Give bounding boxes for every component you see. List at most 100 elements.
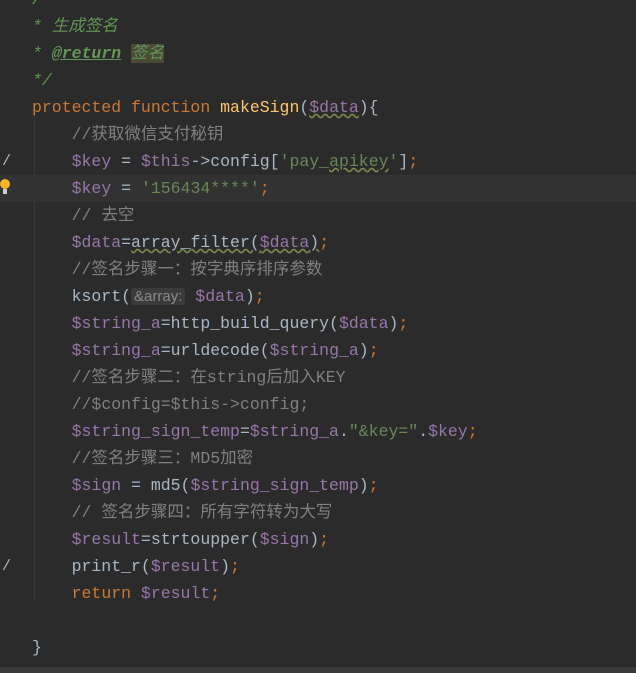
code-token: ): [358, 476, 369, 495]
code-line[interactable]: }: [0, 634, 636, 661]
code-text: return $result;: [32, 580, 221, 607]
code-line[interactable]: //获取微信支付秘钥: [0, 121, 636, 148]
code-text: * 生成签名: [32, 13, 118, 40]
code-text: $string_a=http_build_query($data);: [32, 310, 409, 337]
gutter-marker[interactable]: /: [2, 553, 11, 580]
code-text: // 去空: [32, 202, 135, 229]
code-token: ->config[: [190, 152, 280, 171]
code-line[interactable]: /: [0, 0, 636, 13]
code-token: $string_sign_temp: [190, 476, 359, 495]
code-line[interactable]: $string_a=urldecode($string_a);: [0, 337, 636, 364]
code-token: $string_a: [269, 341, 359, 360]
code-line[interactable]: //$config=$this->config;: [0, 391, 636, 418]
code-token: = md5(: [121, 476, 191, 495]
code-line[interactable]: // 去空: [0, 202, 636, 229]
code-line[interactable]: // 签名步骤四：所有字符转为大写: [0, 499, 636, 526]
code-line[interactable]: $data=array_filter($data);: [0, 229, 636, 256]
code-token: ]: [398, 152, 409, 171]
code-text: print_r($result);: [32, 553, 240, 580]
code-token: ): [244, 287, 255, 306]
code-token: //获取微信支付秘钥: [71, 125, 224, 144]
code-line[interactable]: / print_r($result);: [0, 553, 636, 580]
code-line[interactable]: $string_a=http_build_query($data);: [0, 310, 636, 337]
code-editor[interactable]: /* 生成签名* @return 签名*/protected function …: [0, 0, 636, 661]
horizontal-scrollbar[interactable]: [0, 667, 636, 673]
code-token: ;: [408, 152, 419, 171]
code-token: $result: [150, 557, 221, 576]
code-line[interactable]: $string_sign_temp=$string_a."&key=".$key…: [0, 418, 636, 445]
code-line[interactable]: $result=strtoupper($sign);: [0, 526, 636, 553]
code-text: $key = '156434****';: [32, 175, 270, 202]
code-line[interactable]: $sign = md5($string_sign_temp);: [0, 472, 636, 499]
code-token: ): [309, 233, 320, 252]
code-token: 签名: [131, 44, 165, 63]
code-text: /: [32, 0, 42, 13]
code-token: $this: [140, 152, 191, 171]
code-token: ): [220, 557, 231, 576]
code-token: $data: [195, 287, 245, 306]
code-text: //获取微信支付秘钥: [32, 121, 224, 148]
code-line[interactable]: //签名步骤三：MD5加密: [0, 445, 636, 472]
code-token: ): [388, 314, 399, 333]
code-line[interactable]: protected function makeSign($data){: [0, 94, 636, 121]
code-token: // 去空: [71, 206, 135, 225]
code-token: ;: [467, 422, 478, 441]
code-text: $string_sign_temp=$string_a."&key=".$key…: [32, 418, 478, 445]
code-token: //签名步骤三：MD5加密: [71, 449, 254, 468]
code-text: * @return 签名: [32, 40, 165, 67]
code-line[interactable]: * 生成签名: [0, 13, 636, 40]
code-token: //$config=$this->config;: [71, 395, 310, 414]
code-text: $key = $this->config['pay_apikey'];: [32, 148, 419, 175]
code-line[interactable]: / $key = $this->config['pay_apikey'];: [0, 148, 636, 175]
code-line[interactable]: ksort(&array: $data);: [0, 283, 636, 310]
lightbulb-icon[interactable]: [0, 179, 10, 194]
code-token: /: [32, 0, 42, 9]
code-token: protected function: [32, 98, 221, 117]
code-token: $data: [338, 314, 389, 333]
code-token: ): [358, 341, 369, 360]
code-token: ): [309, 530, 320, 549]
code-line[interactable]: [0, 607, 636, 634]
code-token: }: [32, 638, 42, 657]
code-token: *: [32, 44, 52, 63]
code-line[interactable]: //签名步骤一：按字典序排序参数: [0, 256, 636, 283]
parameter-hint: &array:: [131, 288, 186, 305]
code-token: .: [338, 422, 349, 441]
code-token: @return: [51, 44, 122, 63]
code-token: ksort(: [32, 287, 132, 306]
code-token: ;: [210, 584, 221, 603]
code-token: $key: [71, 152, 112, 171]
code-token: $string_sign_temp: [71, 422, 240, 441]
code-token: ;: [319, 530, 330, 549]
code-token: $key: [71, 179, 112, 198]
code-token: // 签名步骤四：所有字符转为大写: [71, 503, 333, 522]
code-token: $data: [71, 233, 122, 252]
gutter-marker[interactable]: /: [2, 148, 11, 175]
code-line[interactable]: return $result;: [0, 580, 636, 607]
code-line[interactable]: $key = '156434****';: [0, 175, 636, 202]
code-token: //签名步骤二：在string后加入KEY: [71, 368, 346, 387]
code-token: $string_a: [71, 314, 161, 333]
code-line[interactable]: * @return 签名: [0, 40, 636, 67]
code-token: "&key=": [348, 422, 419, 441]
code-token: ){: [358, 98, 379, 117]
code-token: ;: [230, 557, 240, 576]
code-text: $data=array_filter($data);: [32, 229, 329, 256]
code-token: $data: [259, 233, 310, 252]
code-text: //签名步骤一：按字典序排序参数: [32, 256, 323, 283]
code-line[interactable]: //签名步骤二：在string后加入KEY: [0, 364, 636, 391]
code-token: $data: [309, 98, 359, 117]
code-text: */: [32, 67, 52, 94]
code-line[interactable]: */: [0, 67, 636, 94]
